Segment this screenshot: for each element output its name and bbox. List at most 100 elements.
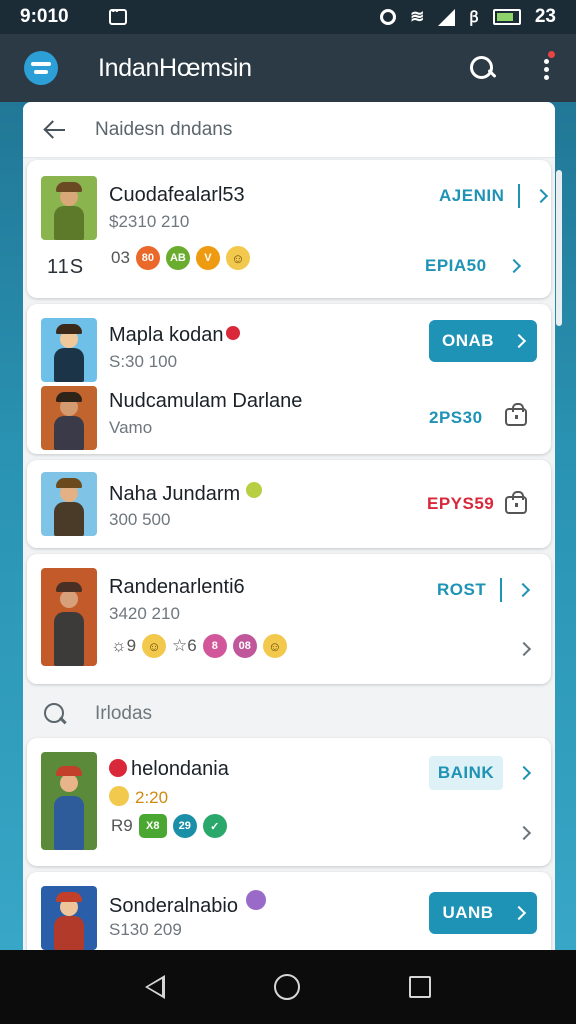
nav-home-icon[interactable] xyxy=(273,974,300,1000)
app-logo-icon[interactable] xyxy=(24,51,58,85)
app-title: IndanHœmsin xyxy=(98,53,252,82)
item-subtitle: 3420 210 xyxy=(109,604,180,623)
nav-recents-icon[interactable] xyxy=(409,976,432,998)
badge: 8 xyxy=(202,634,227,658)
emoji-icon: ☺ xyxy=(262,634,287,658)
action-link[interactable]: ROST xyxy=(437,578,530,602)
content-sheet: Naidesn dndans Cuodafealarl53 $2310 210 … xyxy=(23,102,555,950)
sheet-title: Naidesn dndans xyxy=(95,118,233,140)
badge: ✓ xyxy=(202,814,227,838)
chevron-right-icon xyxy=(533,188,548,204)
badge-lead: R9 xyxy=(111,816,133,835)
game-thumbnail xyxy=(41,386,97,450)
item-subtitle: S:30 100 xyxy=(109,352,178,371)
lock-icon[interactable] xyxy=(505,491,527,514)
status-bar: 9:010 ≋ ꞵ 23 xyxy=(0,0,576,34)
emoji-icon: ☺ xyxy=(142,634,167,658)
badge: V xyxy=(195,246,220,270)
action-label: EPYS59 xyxy=(427,494,495,513)
section-search[interactable]: Irlodas xyxy=(23,690,555,738)
badge-icon xyxy=(246,890,266,910)
search-icon[interactable] xyxy=(43,702,67,726)
item-count: 11S xyxy=(47,256,85,278)
game-thumbnail xyxy=(41,568,97,666)
item-name: helondania xyxy=(109,758,229,781)
action-link[interactable]: EPIA50 xyxy=(425,256,521,276)
network-type-label: ꞵ xyxy=(469,9,479,26)
button-label: UANB xyxy=(442,903,494,922)
list-item[interactable]: Mapla kodan S:30 100 ONAB Nudcamulam Dar… xyxy=(27,304,551,454)
wifi-icon: ≋ xyxy=(410,7,425,26)
button-label: BAINK xyxy=(437,763,495,782)
signal-icon xyxy=(438,8,456,26)
item-subtitle: 2:20 xyxy=(109,786,168,808)
list-item[interactable]: Sonderalnabio S130 209 UANB xyxy=(27,872,551,950)
chevron-right-icon xyxy=(515,582,530,598)
emoji-icon xyxy=(109,786,129,806)
game-thumbnail xyxy=(41,318,97,382)
item-subtitle: 300 500 xyxy=(109,510,171,529)
chevron-right-icon[interactable] xyxy=(516,825,532,841)
game-thumbnail xyxy=(41,176,97,240)
scrollbar[interactable] xyxy=(556,170,562,326)
item-subtitle: S130 209 xyxy=(109,920,182,939)
chevron-right-icon xyxy=(506,258,521,274)
emoji-icon: ☺ xyxy=(225,246,250,270)
search-icon[interactable] xyxy=(468,54,496,82)
game-thumbnail xyxy=(41,472,97,536)
badge-lead: 03 xyxy=(111,248,130,267)
heart-icon xyxy=(109,759,127,777)
list-item[interactable]: Naha Jundarm 300 500 EPYS59 xyxy=(27,460,551,548)
battery-icon xyxy=(492,9,521,25)
action-link[interactable]: EPYS59 xyxy=(427,494,494,514)
badge-row: 03 80 AB V ☺ xyxy=(111,246,250,270)
sheet-header: Naidesn dndans xyxy=(23,102,555,158)
nav-back-icon[interactable] xyxy=(144,975,165,999)
chevron-right-icon[interactable] xyxy=(516,765,532,781)
chevron-right-icon xyxy=(511,333,527,349)
section-label: Irlodas xyxy=(95,703,153,724)
secondary-action-button[interactable]: BAINK xyxy=(429,756,503,790)
badge-row: R9 X8 29 ✓ xyxy=(111,814,227,838)
item-name: Cuodafealarl53 xyxy=(109,184,245,206)
notification-dot xyxy=(546,49,557,60)
battery-level: 23 xyxy=(534,6,556,27)
item-name: Randenarlenti6 xyxy=(109,576,245,598)
badge: 29 xyxy=(172,814,197,838)
back-arrow-icon[interactable] xyxy=(43,120,67,140)
list-item[interactable]: Cuodafealarl53 $2310 210 11S 03 80 AB V … xyxy=(27,160,551,298)
action-link[interactable]: AJENIN xyxy=(439,184,548,208)
game-thumbnail xyxy=(41,886,97,950)
alarm-icon xyxy=(380,9,397,25)
item-name: Mapla kodan xyxy=(109,324,240,347)
chevron-right-icon[interactable] xyxy=(516,641,532,657)
more-vert-icon[interactable] xyxy=(540,49,557,83)
status-time: 9:010 xyxy=(20,6,69,27)
list-item[interactable]: Randenarlenti6 3420 210 ☼9 ☺ ☆6 8 08 ☺ R… xyxy=(27,554,551,684)
badge-lead: ☼9 xyxy=(111,636,137,655)
item-name: Sonderalnabio xyxy=(109,890,266,918)
item-name: Naha Jundarm xyxy=(109,482,263,506)
badge: 80 xyxy=(135,246,160,270)
list-item[interactable]: helondania 2:20 R9 X8 29 ✓ BAINK xyxy=(27,738,551,866)
button-label: ONAB xyxy=(441,331,495,350)
action-label: AJENIN xyxy=(439,186,505,205)
system-nav-bar xyxy=(0,950,576,1024)
primary-action-button[interactable]: UANB xyxy=(429,892,537,934)
badge: X8 xyxy=(138,814,167,838)
item-subtitle: Vamo xyxy=(109,418,153,437)
message-icon xyxy=(108,6,127,25)
badge: AB xyxy=(165,246,190,270)
primary-action-button[interactable]: ONAB xyxy=(429,320,537,362)
action-label: 2PS30 xyxy=(429,408,483,427)
badge-row: ☼9 ☺ ☆6 8 08 ☺ xyxy=(111,634,287,658)
game-thumbnail xyxy=(41,752,97,850)
item-name: Nudcamulam Darlane xyxy=(109,390,303,412)
action-link[interactable]: 2PS30 xyxy=(429,408,483,428)
action-label: ROST xyxy=(437,580,487,599)
item-subtitle: $2310 210 xyxy=(109,212,190,231)
chevron-right-icon xyxy=(511,905,526,921)
lock-icon[interactable] xyxy=(505,403,527,426)
action-label: EPIA50 xyxy=(425,256,487,275)
badge-star: ☆6 xyxy=(172,636,197,655)
